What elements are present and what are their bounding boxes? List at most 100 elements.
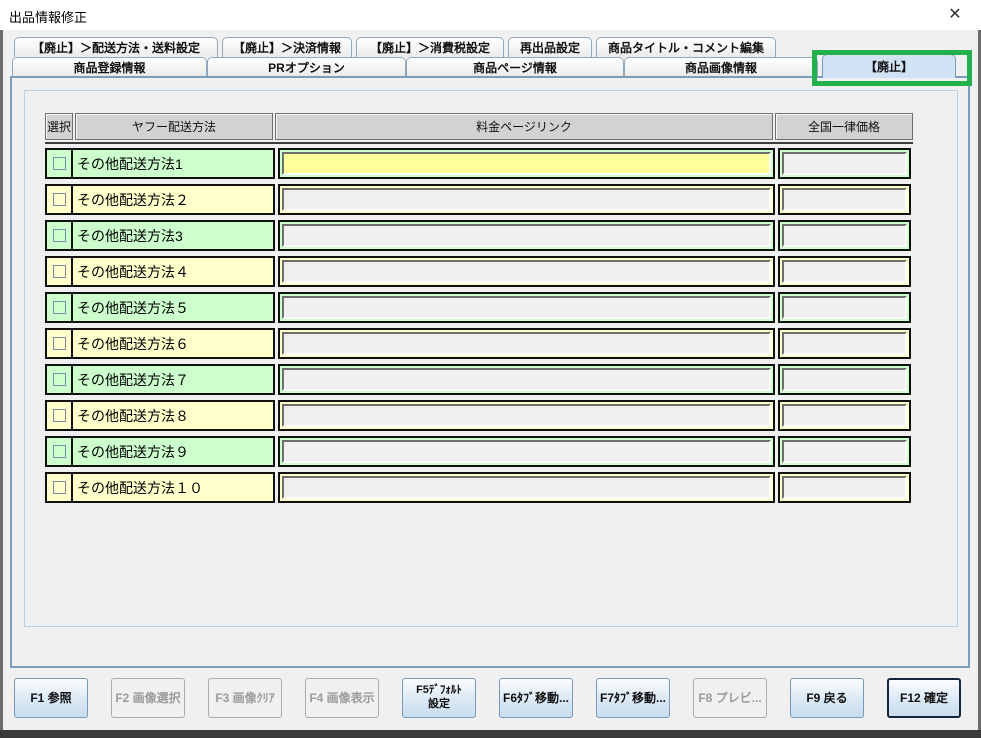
table-row: その他配送方法3	[45, 220, 913, 251]
row-label-cell: その他配送方法４	[45, 256, 275, 287]
flat-price-cell	[778, 148, 911, 179]
f3-button-label: F3 画像ｸﾘｱ	[215, 691, 274, 706]
flat-price-input[interactable]	[782, 188, 907, 211]
tab-back-5[interactable]: 商品タイトル・コメント編集	[596, 37, 776, 57]
fee-page-link-cell	[278, 220, 775, 251]
fee-page-link-cell	[278, 472, 775, 503]
f4-button: F4 画像表示	[305, 678, 379, 718]
flat-price-input[interactable]	[782, 296, 907, 319]
f5-button[interactable]: F5ﾃﾞﾌｫﾙﾄ設定	[402, 678, 476, 718]
f7-button[interactable]: F7ﾀﾌﾞ移動...	[596, 678, 670, 718]
flat-price-input[interactable]	[782, 224, 907, 247]
row-label-cell: その他配送方法５	[45, 292, 275, 323]
row-select-cell	[47, 258, 73, 285]
flat-price-input[interactable]	[782, 368, 907, 391]
fee-page-link-cell	[278, 184, 775, 215]
flat-price-input[interactable]	[782, 440, 907, 463]
flat-price-input[interactable]	[782, 260, 907, 283]
tab-content-panel: 選択ヤフー配送方法料金ページリンク全国一律価格 その他配送方法1その他配送方法２…	[10, 76, 970, 668]
f6-button[interactable]: F6ﾀﾌﾞ移動...	[499, 678, 573, 718]
row-select-cell	[47, 150, 73, 177]
fee-page-link-input[interactable]	[282, 404, 771, 427]
tab-front-1[interactable]: 商品登録情報	[12, 57, 207, 76]
table-body: その他配送方法1その他配送方法２その他配送方法3その他配送方法４その他配送方法５…	[45, 148, 913, 503]
tab-front-2[interactable]: PRオプション	[207, 57, 406, 76]
row-label-cell: その他配送方法６	[45, 328, 275, 359]
table-row: その他配送方法５	[45, 292, 913, 323]
fee-page-link-cell	[278, 436, 775, 467]
flat-price-cell	[778, 472, 911, 503]
table-row: その他配送方法２	[45, 184, 913, 215]
title-bar: 出品情報修正 ✕	[0, 0, 981, 30]
flat-price-input[interactable]	[782, 476, 907, 499]
row-select-cell	[47, 474, 73, 501]
fee-page-link-input[interactable]	[282, 332, 771, 355]
tab-back-3[interactable]: 【廃止】＞消費税設定	[356, 37, 504, 57]
row-label-cell: その他配送方法８	[45, 400, 275, 431]
f8-button: F8 プレビ...	[693, 678, 767, 718]
row-select-checkbox[interactable]	[53, 481, 66, 494]
table-row: その他配送方法６	[45, 328, 913, 359]
table-header-cell-2: ヤフー配送方法	[75, 113, 273, 140]
f12-button-label: F12 確定	[900, 691, 948, 706]
f9-button[interactable]: F9 戻る	[790, 678, 864, 718]
row-select-cell	[47, 366, 73, 393]
table-row: その他配送方法８	[45, 400, 913, 431]
row-select-checkbox[interactable]	[53, 373, 66, 386]
row-select-checkbox[interactable]	[53, 157, 66, 170]
tab-back-1[interactable]: 【廃止】＞配送方法・送料設定	[14, 37, 218, 57]
fee-page-link-input[interactable]	[282, 152, 771, 175]
f3-button: F3 画像ｸﾘｱ	[208, 678, 282, 718]
tab-front-3[interactable]: 商品ページ情報	[406, 57, 624, 76]
flat-price-cell	[778, 328, 911, 359]
row-select-checkbox[interactable]	[53, 337, 66, 350]
row-select-checkbox[interactable]	[53, 265, 66, 278]
tab-strip-back-row: 【廃止】＞配送方法・送料設定【廃止】＞決済情報【廃止】＞消費税設定再出品設定商品…	[14, 37, 780, 57]
row-select-checkbox[interactable]	[53, 301, 66, 314]
row-label-cell: その他配送方法１０	[45, 472, 275, 503]
table-row: その他配送方法９	[45, 436, 913, 467]
f5-button-label-2: 設定	[428, 698, 450, 712]
row-select-checkbox[interactable]	[53, 229, 66, 242]
fee-page-link-cell	[278, 292, 775, 323]
tab-back-2[interactable]: 【廃止】＞決済情報	[222, 37, 352, 57]
fee-page-link-input[interactable]	[282, 440, 771, 463]
flat-price-input[interactable]	[782, 152, 907, 175]
table-header-cell-4: 全国一律価格	[775, 113, 913, 140]
f12-button[interactable]: F12 確定	[887, 678, 961, 718]
row-select-cell	[47, 438, 73, 465]
fee-page-link-input[interactable]	[282, 368, 771, 391]
shipping-method-label: その他配送方法９	[73, 438, 273, 465]
row-select-cell	[47, 186, 73, 213]
fee-page-link-input[interactable]	[282, 260, 771, 283]
table-row: その他配送方法４	[45, 256, 913, 287]
flat-price-input[interactable]	[782, 332, 907, 355]
f5-button-label: F5ﾃﾞﾌｫﾙﾄ	[416, 684, 462, 698]
fee-page-link-cell	[278, 400, 775, 431]
fee-page-link-input[interactable]	[282, 476, 771, 499]
fee-page-link-cell	[278, 328, 775, 359]
fee-page-link-input[interactable]	[282, 224, 771, 247]
f1-button[interactable]: F1 参照	[14, 678, 88, 718]
flat-price-cell	[778, 256, 911, 287]
tab-front-4[interactable]: 商品画像情報	[624, 57, 818, 76]
row-select-checkbox[interactable]	[53, 409, 66, 422]
inner-panel: 選択ヤフー配送方法料金ページリンク全国一律価格 その他配送方法1その他配送方法２…	[24, 90, 958, 627]
tab-back-4[interactable]: 再出品設定	[508, 37, 592, 57]
row-select-cell	[47, 222, 73, 249]
flat-price-input[interactable]	[782, 404, 907, 427]
flat-price-cell	[778, 184, 911, 215]
f2-button-label: F2 画像選択	[115, 691, 180, 706]
tab-front-5-selected[interactable]: 【廃止】	[822, 54, 956, 78]
close-icon[interactable]: ✕	[939, 3, 971, 27]
shipping-method-label: その他配送方法２	[73, 186, 273, 213]
row-select-checkbox[interactable]	[53, 193, 66, 206]
row-select-cell	[47, 330, 73, 357]
window-left-edge	[0, 30, 3, 738]
shipping-method-label: その他配送方法４	[73, 258, 273, 285]
row-label-cell: その他配送方法９	[45, 436, 275, 467]
f2-button: F2 画像選択	[111, 678, 185, 718]
row-select-checkbox[interactable]	[53, 445, 66, 458]
fee-page-link-input[interactable]	[282, 296, 771, 319]
fee-page-link-input[interactable]	[282, 188, 771, 211]
